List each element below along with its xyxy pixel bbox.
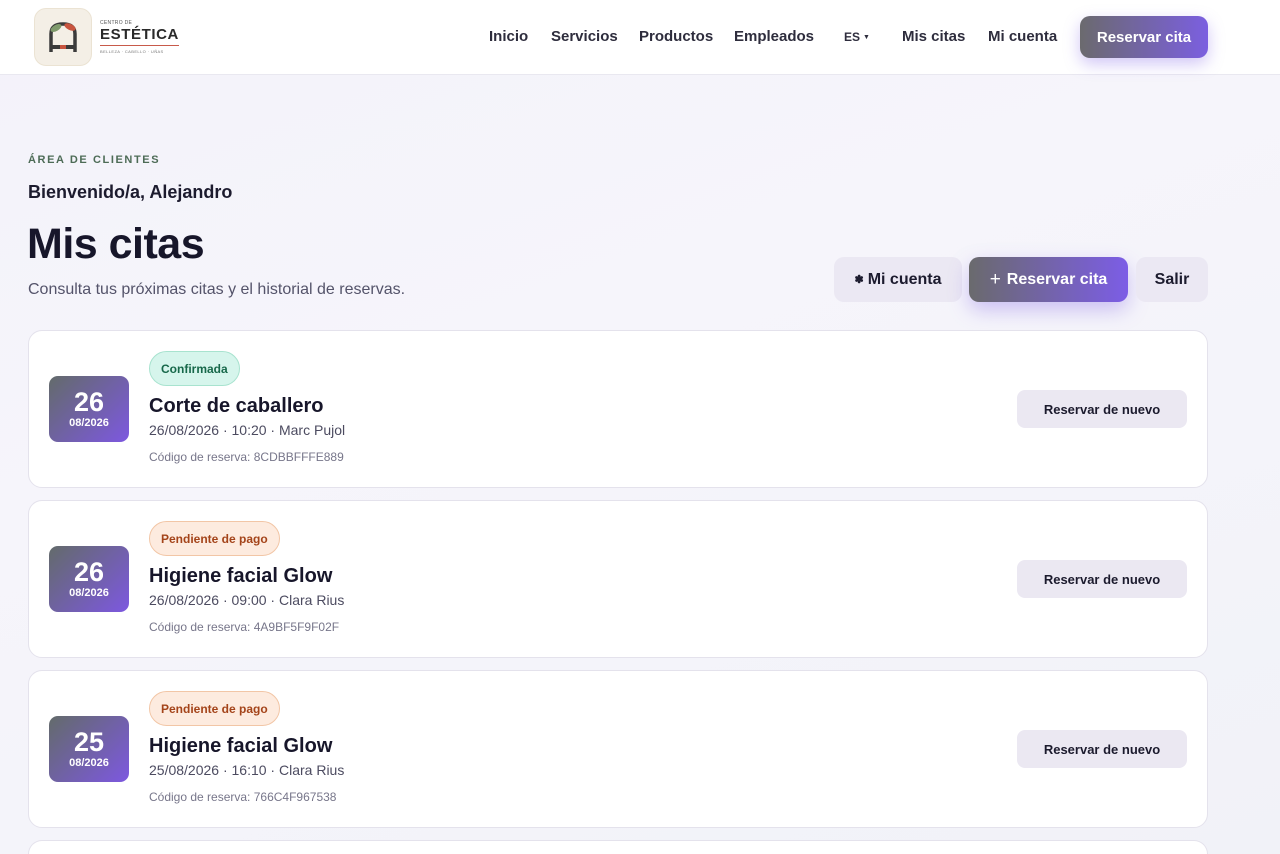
- appointment-details: 26/08/2026 · 09:00 · Clara Rius: [149, 592, 345, 608]
- booking-code: Código de reserva: 4A9BF5F9F02F: [149, 620, 340, 634]
- appointment-card: 25 08/2026 Pendiente de pago Higiene fac…: [28, 670, 1208, 828]
- nav-link-mi-cuenta[interactable]: Mi cuenta: [988, 28, 1057, 45]
- nav-link-productos[interactable]: Productos: [639, 28, 713, 45]
- date-day: 25: [73, 727, 105, 757]
- my-account-label: Mi cuenta: [867, 270, 942, 288]
- date-badge: 26 08/2026: [49, 546, 129, 612]
- date-month-year: 08/2026: [69, 757, 109, 769]
- section-eyebrow: ÁREA DE CLIENTES: [28, 154, 161, 166]
- language-selector[interactable]: ES ▼: [844, 30, 870, 44]
- appointment-card: 26 08/2026 Pendiente de pago Higiene fac…: [28, 500, 1208, 658]
- header-book-button[interactable]: Reservar cita: [1080, 16, 1208, 58]
- site-header: CENTRO DE ESTÉTICA BELLEZA · CABELLO · U…: [0, 0, 1280, 75]
- chevron-down-icon: ▼: [863, 34, 870, 42]
- language-label: ES: [844, 30, 861, 44]
- rebook-button[interactable]: Reservar de nuevo: [1017, 560, 1187, 598]
- my-account-button[interactable]: ✽ Mi cuenta: [834, 257, 962, 302]
- logout-button[interactable]: Salir: [1136, 257, 1208, 302]
- gear-icon: ✽: [854, 274, 864, 286]
- date-month-year: 08/2026: [69, 417, 109, 429]
- service-name: Higiene facial Glow: [149, 735, 333, 757]
- status-badge: Pendiente de pago: [149, 521, 280, 556]
- appointment-card-partial: [28, 840, 1208, 854]
- page-title: Mis citas: [27, 220, 205, 268]
- page-subtitle: Consulta tus próximas citas y el histori…: [28, 281, 406, 298]
- date-month-year: 08/2026: [69, 587, 109, 599]
- book-appointment-button[interactable]: + Reservar cita: [969, 257, 1128, 302]
- booking-code: Código de reserva: 8CDBBFFFE889: [149, 450, 344, 464]
- nav-link-servicios[interactable]: Servicios: [551, 28, 618, 45]
- status-badge: Confirmada: [149, 351, 240, 386]
- nav-link-empleados[interactable]: Empleados: [734, 28, 814, 45]
- service-name: Higiene facial Glow: [149, 565, 333, 587]
- welcome-text: Bienvenido/a, Alejandro: [28, 182, 233, 202]
- plus-icon: +: [989, 268, 1001, 290]
- nav-link-mis-citas[interactable]: Mis citas: [902, 28, 965, 45]
- rebook-button[interactable]: Reservar de nuevo: [1017, 390, 1187, 428]
- book-appointment-label: Reservar cita: [1006, 270, 1108, 288]
- booking-code: Código de reserva: 766C4F967538: [149, 790, 337, 804]
- appointment-card: 26 08/2026 Confirmada Corte de caballero…: [28, 330, 1208, 488]
- rebook-button[interactable]: Reservar de nuevo: [1017, 730, 1187, 768]
- date-badge: 25 08/2026: [49, 716, 129, 782]
- appointment-details: 26/08/2026 · 10:20 · Marc Pujol: [149, 422, 346, 438]
- status-badge: Pendiente de pago: [149, 691, 280, 726]
- date-day: 26: [73, 387, 105, 417]
- date-day: 26: [73, 557, 105, 587]
- date-badge: 26 08/2026: [49, 376, 129, 442]
- service-name: Corte de caballero: [149, 395, 324, 417]
- nav-link-inicio[interactable]: Inicio: [489, 28, 528, 45]
- appointment-details: 25/08/2026 · 16:10 · Clara Rius: [149, 762, 345, 778]
